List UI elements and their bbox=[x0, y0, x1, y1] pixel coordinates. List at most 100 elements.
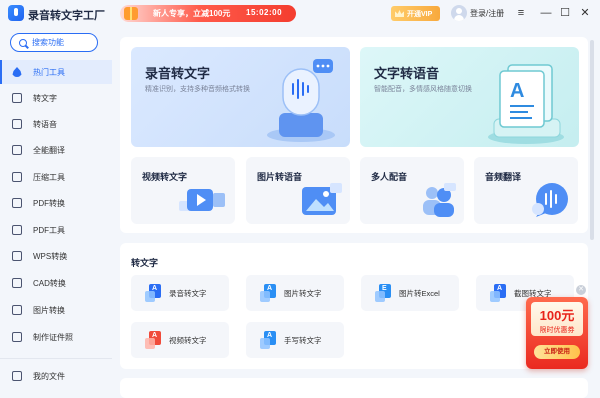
text-convert-icon bbox=[12, 93, 22, 103]
vip-button[interactable]: 开通VIP bbox=[391, 6, 440, 21]
close-icon[interactable]: ✕ bbox=[576, 285, 586, 295]
people-icon bbox=[423, 183, 456, 217]
document-a-icon: A bbox=[490, 283, 506, 303]
coupon-label: 限时优惠券 bbox=[539, 327, 575, 334]
sidebar-item-id-photo[interactable]: 制作证件照 bbox=[0, 325, 112, 349]
hero-subtitle: 精准识别，支持多种音频格式转换 bbox=[145, 86, 250, 93]
sidebar-item-image-convert[interactable]: 图片转换 bbox=[0, 298, 112, 322]
next-section-panel bbox=[120, 378, 588, 398]
scrollbar[interactable] bbox=[590, 40, 594, 240]
promo-countdown: 15:02:00 bbox=[246, 8, 283, 17]
tool-title: 图片转语音 bbox=[257, 172, 303, 182]
close-button[interactable]: ✕ bbox=[578, 6, 592, 20]
chip-video-to-text[interactable]: A 视频转文字 bbox=[131, 322, 229, 358]
coupon-popup[interactable]: ✕ 100元 限时优惠券 立即使用 bbox=[526, 285, 588, 369]
sidebar-item-cad-convert[interactable]: CAD转换 bbox=[0, 271, 112, 295]
search-label: 搜索功能 bbox=[32, 38, 64, 47]
sidebar-item-to-text[interactable]: 转文字 bbox=[0, 86, 112, 110]
search-input[interactable]: 搜索功能 bbox=[10, 33, 98, 52]
pdf-tool-icon bbox=[12, 225, 22, 235]
sidebar-item-label: 图片转换 bbox=[33, 305, 65, 315]
sidebar-item-label: PDF转换 bbox=[33, 198, 65, 208]
sidebar: 搜索功能 热门工具 转文字 转语音 全能翻译 压缩工具 PDF转换 PDF工具 … bbox=[0, 28, 112, 393]
wps-icon bbox=[12, 251, 22, 261]
chip-label: 视频转文字 bbox=[169, 335, 207, 345]
search-icon bbox=[19, 38, 27, 47]
hero-subtitle: 智能配音，多情感风格随意切换 bbox=[374, 86, 472, 93]
maximize-button[interactable]: ☐ bbox=[558, 6, 572, 20]
use-coupon-button[interactable]: 立即使用 bbox=[534, 345, 580, 359]
document-a-icon: A bbox=[260, 330, 276, 350]
sidebar-item-label: WPS转换 bbox=[33, 251, 68, 261]
sidebar-item-label: 转文字 bbox=[33, 93, 57, 103]
sidebar-item-my-files[interactable]: 我的文件 bbox=[0, 364, 112, 388]
document-a-icon: A bbox=[260, 283, 276, 303]
document-a-icon: A bbox=[145, 330, 161, 350]
sidebar-item-label: 全能翻译 bbox=[33, 145, 65, 155]
image-icon bbox=[302, 183, 342, 215]
sidebar-item-label: 转语音 bbox=[33, 119, 57, 129]
section-title: 转文字 bbox=[131, 258, 159, 268]
hero-card-audio-to-text[interactable]: 录音转文字 精准识别，支持多种音频格式转换 bbox=[131, 47, 350, 147]
id-photo-icon bbox=[12, 332, 22, 342]
cad-icon bbox=[12, 278, 22, 288]
sidebar-item-wps-convert[interactable]: WPS转换 bbox=[0, 244, 112, 268]
chip-image-to-excel[interactable]: E 图片转Excel bbox=[361, 275, 459, 311]
voice-convert-icon bbox=[12, 119, 22, 129]
chip-label: 图片转文字 bbox=[284, 288, 322, 298]
login-register-link[interactable]: 登录/注册 bbox=[470, 8, 504, 19]
avatar[interactable] bbox=[451, 5, 467, 21]
app-logo-icon bbox=[8, 5, 24, 21]
translate-icon bbox=[12, 145, 22, 155]
chip-audio-to-text[interactable]: A 录音转文字 bbox=[131, 275, 229, 311]
sidebar-item-label: 制作证件照 bbox=[33, 332, 73, 342]
chip-handwriting-to-text[interactable]: A 手写转文字 bbox=[246, 322, 344, 358]
chip-label: 录音转文字 bbox=[169, 288, 207, 298]
hero-title: 文字转语音 bbox=[374, 66, 440, 81]
pdf-convert-icon bbox=[12, 198, 22, 208]
promo-banner[interactable]: 新人专享，立减100元 15:02:00 bbox=[120, 5, 296, 22]
hero-card-text-to-speech[interactable]: 文字转语音 智能配音，多情感风格随意切换 A bbox=[360, 47, 579, 147]
sidebar-item-label: PDF工具 bbox=[33, 225, 65, 235]
minimize-button[interactable]: — bbox=[539, 6, 553, 20]
menu-icon[interactable]: ≡ bbox=[514, 6, 528, 20]
svg-text:A: A bbox=[510, 80, 524, 102]
sidebar-item-label: 热门工具 bbox=[33, 67, 65, 77]
app-title: 录音转文字工厂 bbox=[28, 10, 105, 22]
chip-image-to-text[interactable]: A 图片转文字 bbox=[246, 275, 344, 311]
video-play-icon bbox=[179, 189, 225, 211]
gift-icon bbox=[124, 7, 138, 20]
sidebar-item-hot-tools[interactable]: 热门工具 bbox=[0, 60, 112, 84]
tool-card-video-to-text[interactable]: 视频转文字 bbox=[131, 157, 235, 224]
sidebar-item-label: CAD转换 bbox=[33, 278, 66, 288]
flame-icon bbox=[12, 67, 22, 77]
sidebar-item-pdf-tools[interactable]: PDF工具 bbox=[0, 218, 112, 242]
tool-title: 视频转文字 bbox=[142, 172, 188, 182]
coupon-ticket: 100元 限时优惠券 bbox=[531, 302, 583, 336]
sidebar-item-translate[interactable]: 全能翻译 bbox=[0, 138, 112, 162]
hero-title: 录音转文字 bbox=[145, 66, 211, 81]
sidebar-item-label: 我的文件 bbox=[33, 371, 65, 381]
sidebar-divider bbox=[0, 358, 112, 359]
tool-card-audio-translate[interactable]: 音频翻译 bbox=[474, 157, 578, 224]
vip-label: 开通VIP bbox=[407, 10, 433, 18]
crown-icon bbox=[395, 10, 404, 17]
document-a-icon: A bbox=[145, 283, 161, 303]
text-document-icon: A bbox=[488, 64, 564, 144]
microphone-icon bbox=[267, 59, 335, 142]
sidebar-item-compress[interactable]: 压缩工具 bbox=[0, 165, 112, 189]
coupon-amount: 100元 bbox=[539, 308, 575, 323]
compress-icon bbox=[12, 172, 22, 182]
tool-card-multi-dubbing[interactable]: 多人配音 bbox=[360, 157, 464, 224]
folder-icon bbox=[12, 371, 22, 381]
document-e-icon: E bbox=[375, 283, 391, 303]
sidebar-item-pdf-convert[interactable]: PDF转换 bbox=[0, 191, 112, 215]
image-convert-icon bbox=[12, 305, 22, 315]
tool-title: 多人配音 bbox=[371, 172, 408, 182]
tool-title: 音频翻译 bbox=[485, 172, 522, 182]
chip-label: 手写转文字 bbox=[284, 335, 322, 345]
chip-label: 图片转Excel bbox=[399, 288, 440, 298]
sidebar-item-to-voice[interactable]: 转语音 bbox=[0, 112, 112, 136]
tool-card-image-to-voice[interactable]: 图片转语音 bbox=[246, 157, 350, 224]
sidebar-item-label: 压缩工具 bbox=[33, 172, 65, 182]
